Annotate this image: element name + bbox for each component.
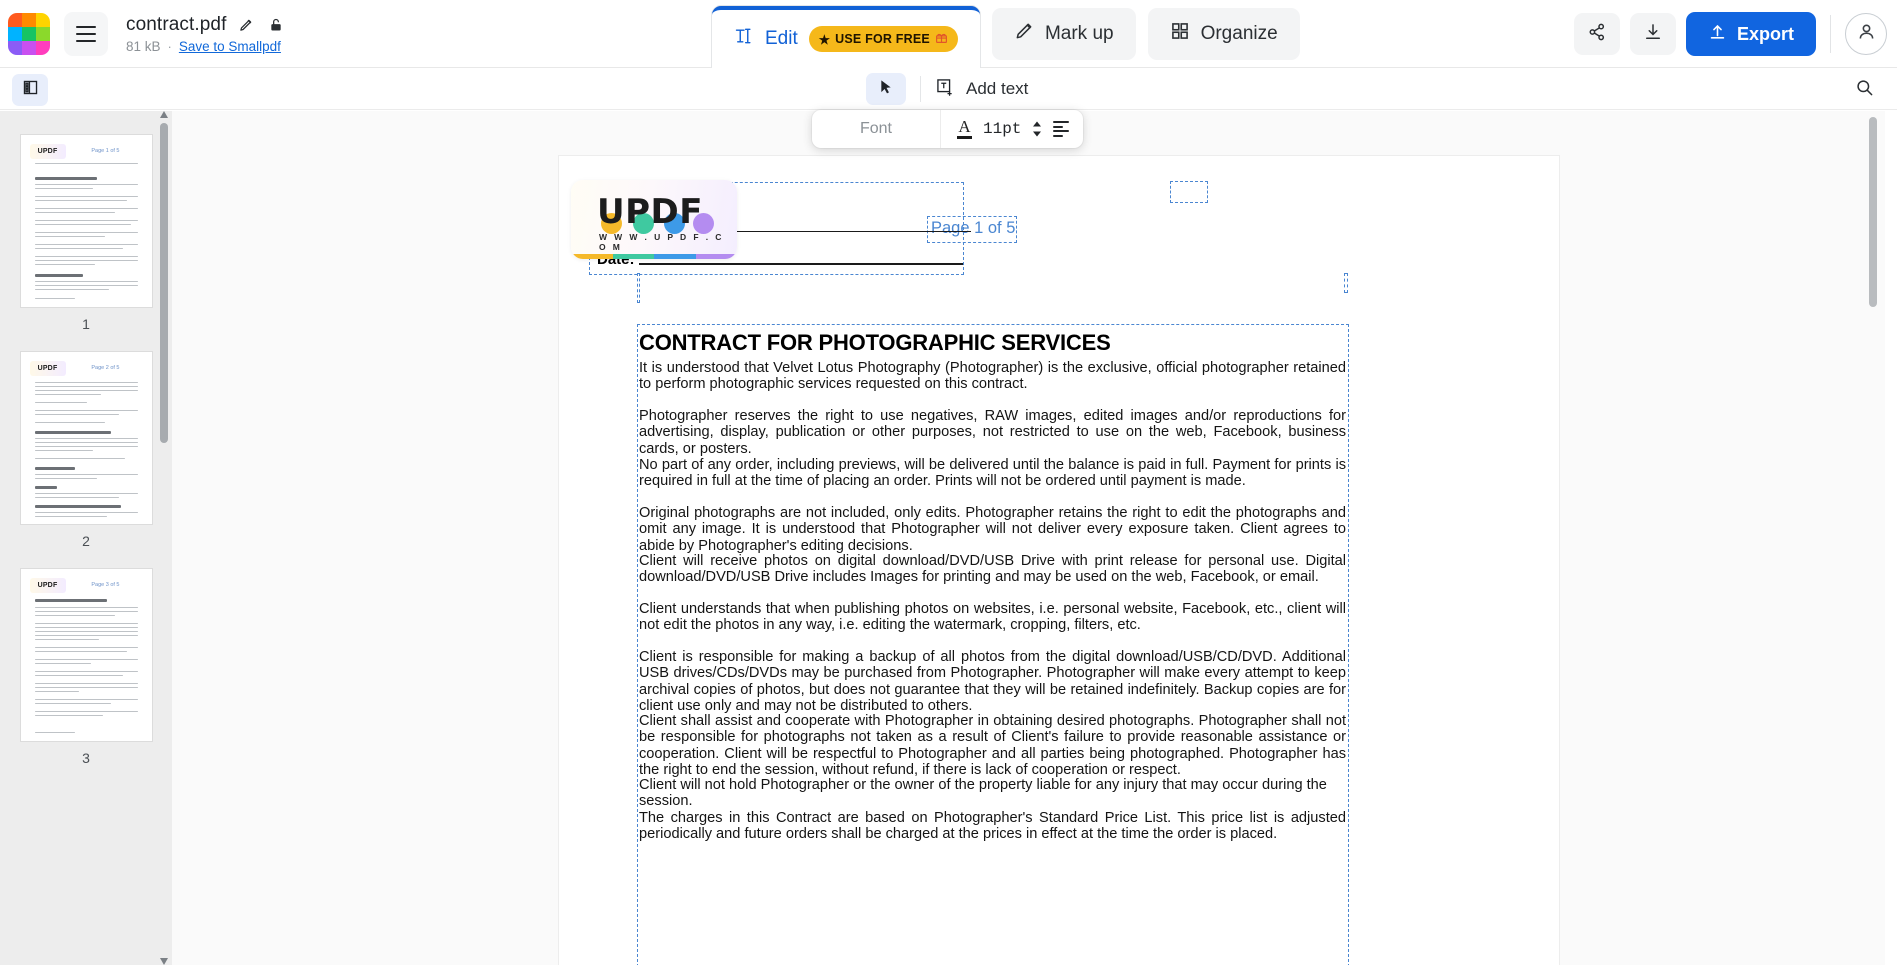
thumbnail-watermark-2: UPDF: [29, 361, 66, 376]
share-button[interactable]: [1573, 13, 1620, 55]
document-paragraph-9: Client will not hold Photographer or the…: [639, 777, 1327, 810]
thumbnail-number-1: 1: [82, 316, 90, 332]
account-button[interactable]: [1845, 13, 1887, 55]
document-paragraph-3: No part of any order, including previews…: [639, 457, 1346, 490]
thumbnail-watermark-3: UPDF: [29, 578, 66, 593]
menu-button[interactable]: [64, 11, 108, 56]
search-icon: [1855, 78, 1874, 102]
select-tool-button[interactable]: [866, 73, 906, 105]
download-icon: [1643, 22, 1663, 47]
text-box-empty-right-margin[interactable]: [1344, 273, 1348, 293]
upload-icon: [1708, 22, 1727, 46]
gift-icon: [935, 31, 948, 47]
export-label: Export: [1736, 23, 1794, 44]
document-paragraph-2: Photographer reserves the right to use n…: [639, 408, 1346, 457]
badge-label: USE FOR FREE: [835, 32, 930, 46]
scroll-down-arrow-icon[interactable]: [160, 958, 168, 965]
thumbnail-page-2[interactable]: UPDF Page 2 of 5: [20, 352, 152, 524]
document-scroll-thumb[interactable]: [1869, 117, 1877, 307]
document-paragraph-10: The charges in this Contract are based o…: [639, 810, 1346, 843]
star-icon: ★: [818, 32, 831, 47]
tab-organize-label: Organize: [1200, 23, 1278, 44]
document-paragraph-1: It is understood that Velvet Lotus Photo…: [639, 360, 1346, 393]
document-title: CONTRACT FOR PHOTOGRAPHIC SERVICES: [639, 330, 1111, 355]
thumbnail-watermark-1: UPDF: [29, 144, 66, 159]
add-text-button[interactable]: Add text: [935, 77, 1028, 102]
save-to-smallpdf-link[interactable]: Save to Smallpdf: [179, 39, 281, 54]
font-color-icon[interactable]: A: [957, 118, 972, 139]
document-paragraph-8: Client shall assist and cooperate with P…: [639, 713, 1346, 779]
toolbar-divider: [920, 76, 921, 102]
download-button[interactable]: [1629, 13, 1676, 55]
smallpdf-logo[interactable]: [8, 12, 50, 55]
text-box-empty-left-margin[interactable]: [637, 273, 640, 303]
tab-edit[interactable]: Edit ★ USE FOR FREE: [712, 6, 980, 68]
thumbnail-page-label-2: Page 2 of 5: [91, 365, 120, 371]
file-size: 81 kB: [126, 38, 161, 54]
stepper-updown-icon[interactable]: [1032, 121, 1042, 137]
tab-edit-label: Edit: [765, 28, 798, 49]
unlock-icon[interactable]: [266, 15, 286, 35]
add-text-icon: [935, 77, 955, 102]
tab-markup[interactable]: Mark up: [991, 8, 1136, 60]
thumbnail-panel: UPDF Page 1 of 5 1 UPDF Page 2 of 5 2 UP…: [0, 111, 172, 965]
mode-tabs: Edit ★ USE FOR FREE Mark up Organize: [712, 0, 1300, 68]
pencil-icon[interactable]: [236, 15, 256, 35]
grid-icon: [1170, 21, 1190, 47]
header-divider: [1830, 15, 1831, 53]
tab-organize[interactable]: Organize: [1147, 8, 1300, 60]
thumbnail-page-label-1: Page 1 of 5: [91, 148, 120, 154]
thumbnail-page-1[interactable]: UPDF Page 1 of 5: [20, 135, 152, 307]
top-bar: contract.pdf 81 kB · Save to Smallpdf Ed…: [0, 0, 1897, 68]
document-paragraph-7: Client is responsible for making a backu…: [639, 649, 1346, 715]
thumbnail-scrollbar[interactable]: [160, 111, 168, 965]
file-title-row: contract.pdf: [126, 14, 286, 36]
text-cursor-icon: [734, 26, 754, 52]
thumbnail-list: UPDF Page 1 of 5 1 UPDF Page 2 of 5 2 UP…: [0, 111, 172, 772]
font-size-value[interactable]: 11pt: [983, 120, 1021, 138]
search-button[interactable]: [1849, 75, 1879, 105]
updf-watermark: UPDF W W W . U P D F . C O M: [571, 180, 737, 259]
font-family-select[interactable]: Font: [812, 120, 940, 138]
thumbnail-page-label-3: Page 3 of 5: [91, 582, 120, 588]
edit-toolbar: Add text: [0, 68, 1897, 110]
sidebar-panel-icon: [22, 79, 39, 101]
share-icon: [1587, 22, 1607, 47]
font-panel-right: A 11pt: [941, 118, 1083, 139]
watermark-stripe: [571, 254, 737, 259]
header-actions: Export: [1573, 0, 1887, 68]
thumbnail-number-2: 2: [82, 533, 90, 549]
text-box-empty-topright[interactable]: [1170, 181, 1208, 203]
user-avatar-icon: [1856, 21, 1877, 47]
document-paragraph-4: Original photographs are not included, o…: [639, 505, 1346, 554]
thumbnail-scroll-thumb[interactable]: [160, 123, 168, 443]
thumbnail-panel-toggle[interactable]: [12, 74, 48, 106]
page-label-text: Page 1 of 5: [931, 219, 1016, 237]
scroll-up-arrow-icon[interactable]: [160, 111, 168, 118]
text-format-panel: Font A 11pt: [812, 110, 1084, 148]
thumbnail-number-3: 3: [82, 750, 90, 766]
thumbnail-page-3[interactable]: UPDF Page 3 of 5: [20, 569, 152, 741]
document-paragraph-5: Client will receive photos on digital do…: [639, 553, 1346, 586]
meta-separator: ·: [167, 38, 172, 54]
add-text-label: Add text: [966, 79, 1029, 98]
document-viewer[interactable]: Page 1 of 5 Date: UPDF W W W . U P D F .…: [172, 111, 1885, 965]
use-for-free-badge[interactable]: ★ USE FOR FREE: [808, 26, 958, 52]
watermark-url: W W W . U P D F . C O M: [599, 232, 724, 252]
date-rule: [639, 263, 963, 265]
document-scrollbar[interactable]: [1869, 111, 1881, 965]
pdf-page-1[interactable]: Page 1 of 5 Date: UPDF W W W . U P D F .…: [559, 156, 1559, 965]
document-paragraph-6: Client understands that when publishing …: [639, 601, 1346, 634]
toolbar-tools: Add text: [866, 68, 1028, 110]
pencil-icon: [1014, 21, 1034, 47]
file-meta-row: 81 kB · Save to Smallpdf: [126, 39, 286, 54]
cursor-arrow-icon: [878, 79, 894, 100]
watermark-letters: UPDF: [597, 192, 703, 232]
file-info: contract.pdf 81 kB · Save to Smallpdf: [126, 14, 286, 54]
export-button[interactable]: Export: [1685, 12, 1816, 56]
tab-markup-label: Mark up: [1044, 23, 1114, 44]
file-name: contract.pdf: [126, 13, 227, 35]
align-left-icon[interactable]: [1053, 121, 1070, 137]
